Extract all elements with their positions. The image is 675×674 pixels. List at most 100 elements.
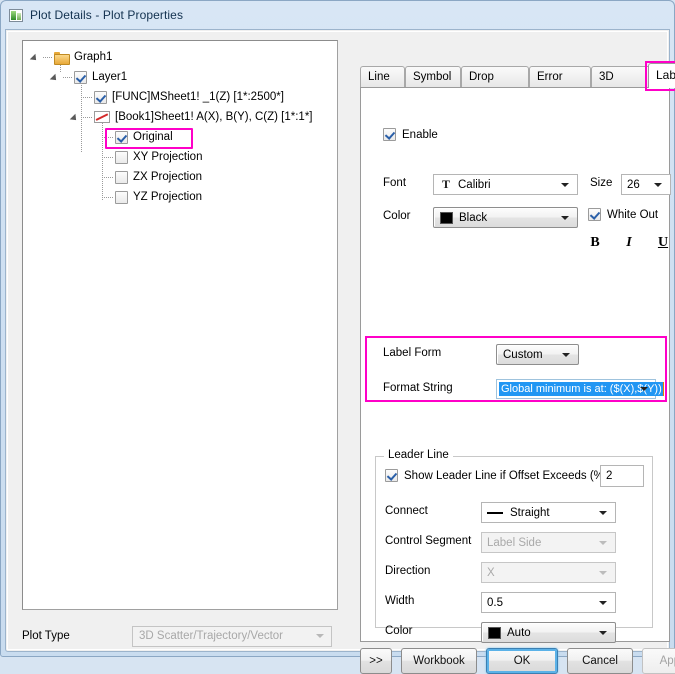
chevron-down-icon[interactable] (640, 387, 648, 391)
show-leader-line-checkbox[interactable] (385, 469, 398, 482)
color-value: Black (459, 212, 487, 224)
tree-connector (83, 92, 94, 102)
tree-node-label: YZ Projection (133, 191, 204, 203)
expander-icon[interactable] (51, 72, 61, 82)
tree-connector (83, 112, 94, 122)
tab-label: 3D Vector (599, 71, 632, 88)
tree-node-xy-projection[interactable]: XY Projection (23, 147, 337, 167)
tab-label[interactable]: Label (648, 63, 675, 88)
expand-button[interactable]: >> (360, 648, 392, 674)
chevron-down-icon (561, 183, 569, 187)
ok-button[interactable]: OK (486, 648, 558, 674)
plot-tree-panel[interactable]: Graph1 Layer1 [FUNC]MSheet1! _1(Z) [1*:2… (22, 40, 338, 610)
offset-exceeds-input[interactable]: 2 (600, 465, 644, 487)
enable-checkbox[interactable] (383, 128, 396, 141)
tab-line[interactable]: Line (360, 66, 405, 88)
tab-label: Symbol (413, 71, 451, 83)
italic-button[interactable]: I (619, 233, 639, 253)
tree-connector (104, 132, 115, 142)
tab-label-text: Label (656, 68, 675, 82)
enable-row[interactable]: Enable (383, 128, 438, 141)
expander-icon[interactable] (71, 112, 81, 122)
bold-button[interactable]: B (585, 233, 605, 253)
width-label: Width (385, 595, 414, 607)
plot-type-label: Plot Type (22, 630, 132, 642)
dialog-button-bar: >> Workbook OK Cancel Apply (360, 648, 675, 674)
tree-node-func-msheet1[interactable]: [FUNC]MSheet1! _1(Z) [1*:2500*] (23, 87, 337, 107)
label-form-combo[interactable]: Custom (496, 344, 579, 365)
white-out-row[interactable]: White Out (588, 208, 658, 221)
tree-node-label: [Book1]Sheet1! A(X), B(Y), C(Z) [1*:1*] (115, 111, 315, 123)
tree-checkbox[interactable] (74, 71, 87, 84)
format-string-row: Format String (383, 382, 453, 394)
tree-node-label: ZX Projection (133, 171, 204, 183)
tree-checkbox[interactable] (94, 91, 107, 104)
size-row: Size (590, 177, 612, 189)
width-row: Width (385, 595, 414, 607)
leader-color-row: Color (385, 625, 412, 637)
tree-node-zx-projection[interactable]: ZX Projection (23, 167, 337, 187)
size-value: 26 (627, 179, 640, 191)
tab-drop-lines[interactable]: Drop Lines (461, 66, 529, 88)
tree-connector (63, 72, 74, 82)
color-swatch (488, 627, 501, 639)
show-leader-line-row[interactable]: Show Leader Line if Offset Exceeds (%) (385, 469, 608, 482)
tree-checkbox[interactable] (115, 171, 128, 184)
format-string-combo[interactable]: Global minimum is at: ($(X),$(Y)) (496, 379, 656, 399)
control-segment-label: Control Segment (385, 535, 471, 547)
color-row: Color (383, 210, 429, 222)
text-style-buttons: B I U (585, 233, 673, 253)
font-combo[interactable]: T Calibri (433, 174, 578, 195)
leader-color-label: Color (385, 625, 412, 637)
italic-glyph: I (626, 235, 631, 251)
chevron-down-icon (599, 541, 607, 545)
straight-line-icon (487, 512, 503, 514)
color-label: Color (383, 210, 429, 222)
tab-symbol[interactable]: Symbol (405, 66, 461, 88)
chevron-down-icon (599, 631, 607, 635)
tree-node-layer1[interactable]: Layer1 (23, 67, 337, 87)
tree-checkbox[interactable] (115, 191, 128, 204)
leader-line-title: Leader Line (384, 449, 453, 461)
tab-label: Line (368, 71, 390, 83)
tab-error-bar[interactable]: Error Bar (529, 66, 591, 88)
tree-connector (43, 52, 54, 62)
white-out-label: White Out (607, 209, 658, 221)
tree-connector (104, 172, 115, 182)
tree-node-original[interactable]: Original (23, 127, 337, 147)
plot-type-combo: 3D Scatter/Trajectory/Vector (132, 626, 332, 647)
chevron-down-icon (599, 571, 607, 575)
tree-node-yz-projection[interactable]: YZ Projection (23, 187, 337, 207)
tree-node-book1-sheet1[interactable]: [Book1]Sheet1! A(X), B(Y), C(Z) [1*:1*] (23, 107, 337, 127)
tree-checkbox[interactable] (115, 131, 128, 144)
font-value: Calibri (458, 179, 491, 191)
label-color-combo[interactable]: Black (433, 207, 578, 228)
label-tab-page: Enable Font T Calibri Size 26 (360, 87, 670, 642)
expander-icon[interactable] (31, 52, 41, 62)
chevron-down-icon (316, 634, 324, 638)
tree-node-graph1[interactable]: Graph1 (23, 47, 337, 67)
leader-color-combo[interactable]: Auto (481, 622, 616, 643)
offset-value: 2 (606, 470, 612, 482)
width-value: 0.5 (487, 597, 503, 609)
size-combo[interactable]: 26 (621, 174, 671, 195)
label-form-row: Label Form (383, 347, 441, 359)
tree-checkbox[interactable] (115, 151, 128, 164)
chevron-down-icon (561, 216, 569, 220)
white-out-checkbox[interactable] (588, 208, 601, 221)
truetype-icon: T (439, 178, 453, 191)
tree-node-label: [FUNC]MSheet1! _1(Z) [1*:2500*] (112, 91, 286, 103)
cancel-button[interactable]: Cancel (567, 648, 633, 674)
apply-button: Apply (642, 648, 675, 674)
direction-value: X (487, 567, 495, 579)
workbook-button[interactable]: Workbook (401, 648, 477, 674)
connect-combo[interactable]: Straight (481, 502, 616, 523)
connect-value: Straight (510, 507, 550, 519)
width-combo[interactable]: 0.5 (481, 592, 616, 613)
tree-node-label: XY Projection (133, 151, 204, 163)
tab-3d-vector[interactable]: 3D Vector (591, 66, 654, 88)
underline-button[interactable]: U (653, 233, 673, 253)
window-title: Plot Details - Plot Properties (30, 8, 183, 22)
tree-node-label: Original (133, 131, 175, 143)
line-plot-icon (94, 111, 110, 123)
